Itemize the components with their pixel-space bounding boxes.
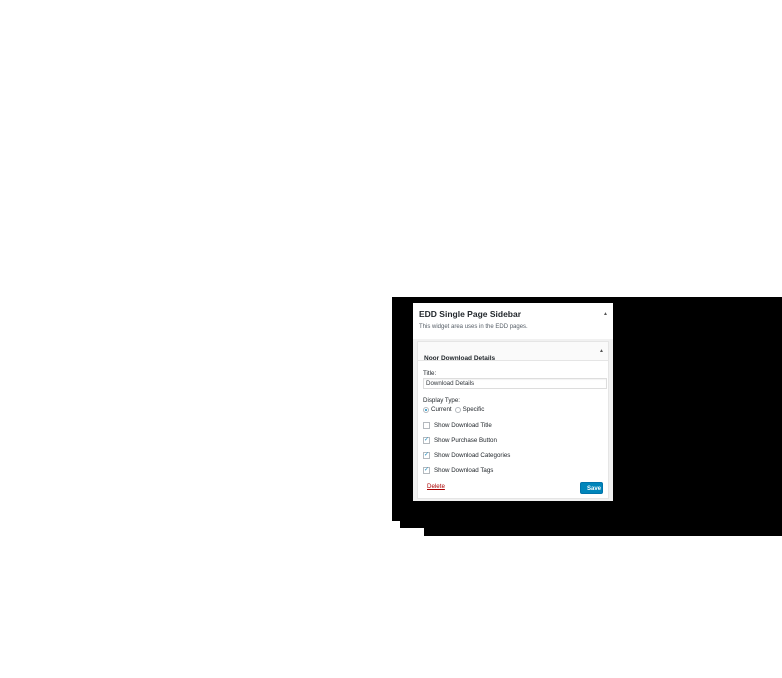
- radio-specific-label: Specific: [462, 406, 485, 413]
- radio-specific[interactable]: [454, 406, 461, 413]
- black-shadow-backdrop-bottom: [424, 520, 782, 536]
- widget-title: Noor Download Details: [424, 355, 496, 362]
- caret-up-icon[interactable]: ▲: [599, 348, 604, 354]
- checkbox-label: Show Download Categories: [434, 451, 511, 459]
- widget-noor-download-details: Noor Download Details ▲ Title: Display T…: [417, 341, 609, 499]
- sidebar-title: EDD Single Page Sidebar: [419, 309, 522, 319]
- checkbox-show-download-title[interactable]: [423, 421, 430, 429]
- sidebar-description: This widget area uses in the EDD pages.: [419, 324, 528, 330]
- checkbox-label: Show Download Title: [434, 421, 492, 429]
- checkbox-row-show-download-categories[interactable]: ✓ Show Download Categories: [423, 451, 603, 459]
- widget-form: Title: Display Type: Current Specific Sh…: [418, 361, 608, 474]
- delete-link[interactable]: Delete: [427, 483, 445, 490]
- caret-up-icon[interactable]: ▲: [603, 311, 608, 317]
- checkbox-row-show-purchase-button[interactable]: ✓ Show Purchase Button: [423, 436, 603, 444]
- checkbox-row-show-download-title[interactable]: Show Download Title: [423, 421, 603, 429]
- checkbox-label: Show Purchase Button: [434, 436, 497, 444]
- checkbox-row-show-download-tags[interactable]: ✓ Show Download Tags: [423, 466, 603, 474]
- widget-controls: Delete Save: [423, 482, 603, 496]
- display-type-label: Display Type:: [423, 397, 461, 404]
- checkbox-show-download-tags[interactable]: ✓: [423, 466, 430, 474]
- radio-current-label: Current: [431, 406, 452, 413]
- checkbox-show-purchase-button[interactable]: ✓: [423, 436, 430, 444]
- title-field-label: Title:: [423, 370, 437, 377]
- widget-sidebar-panel: EDD Single Page Sidebar This widget area…: [413, 303, 613, 501]
- save-button[interactable]: Save: [580, 482, 603, 494]
- widget-header[interactable]: Noor Download Details ▲: [418, 342, 608, 362]
- checkbox-show-download-categories[interactable]: ✓: [423, 451, 430, 459]
- title-input[interactable]: [423, 378, 607, 389]
- checkbox-label: Show Download Tags: [434, 466, 494, 474]
- radio-current[interactable]: [423, 406, 429, 413]
- sidebar-header[interactable]: EDD Single Page Sidebar This widget area…: [413, 303, 613, 339]
- display-type-options: Current Specific: [423, 406, 603, 413]
